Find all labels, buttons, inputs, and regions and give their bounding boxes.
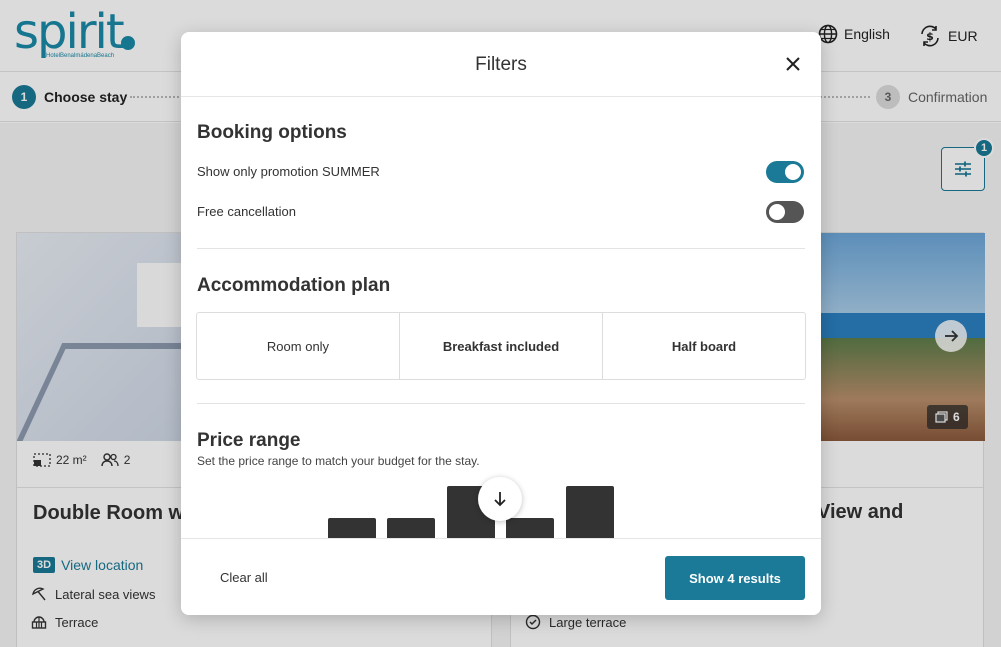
filters-modal: Filters Booking options Show only promot… xyxy=(181,32,821,615)
accommodation-plan-options: Room only Breakfast included Half board xyxy=(196,312,806,380)
booking-options-title: Booking options xyxy=(197,122,347,143)
histogram-bar xyxy=(566,486,614,538)
toggle-knob xyxy=(785,164,801,180)
modal-footer: Clear all Show 4 results xyxy=(181,538,821,615)
plan-room-only[interactable]: Room only xyxy=(196,312,400,380)
plan-breakfast-included[interactable]: Breakfast included xyxy=(399,312,603,380)
divider xyxy=(197,403,805,404)
close-icon xyxy=(786,57,800,71)
free-cancellation-toggle[interactable] xyxy=(766,201,804,223)
toggle-knob xyxy=(769,204,785,220)
scroll-down-button[interactable] xyxy=(478,477,522,521)
histogram-bar xyxy=(328,518,376,538)
show-results-button[interactable]: Show 4 results xyxy=(665,556,805,600)
clear-all-button[interactable]: Clear all xyxy=(220,570,268,585)
modal-title: Filters xyxy=(475,54,527,75)
plan-half-board[interactable]: Half board xyxy=(602,312,806,380)
histogram-bar xyxy=(506,518,554,538)
divider xyxy=(197,248,805,249)
price-range-subtitle: Set the price range to match your budget… xyxy=(197,454,480,468)
free-cancellation-label: Free cancellation xyxy=(197,204,296,219)
accommodation-plan-title: Accommodation plan xyxy=(197,275,391,296)
histogram-bar xyxy=(387,518,435,538)
arrow-down-icon xyxy=(494,492,506,507)
modal-header: Filters xyxy=(181,32,821,97)
promo-toggle[interactable] xyxy=(766,161,804,183)
price-range-title: Price range xyxy=(197,430,301,451)
promo-label: Show only promotion SUMMER xyxy=(197,164,380,179)
price-histogram xyxy=(321,472,621,538)
close-button[interactable] xyxy=(781,52,805,76)
